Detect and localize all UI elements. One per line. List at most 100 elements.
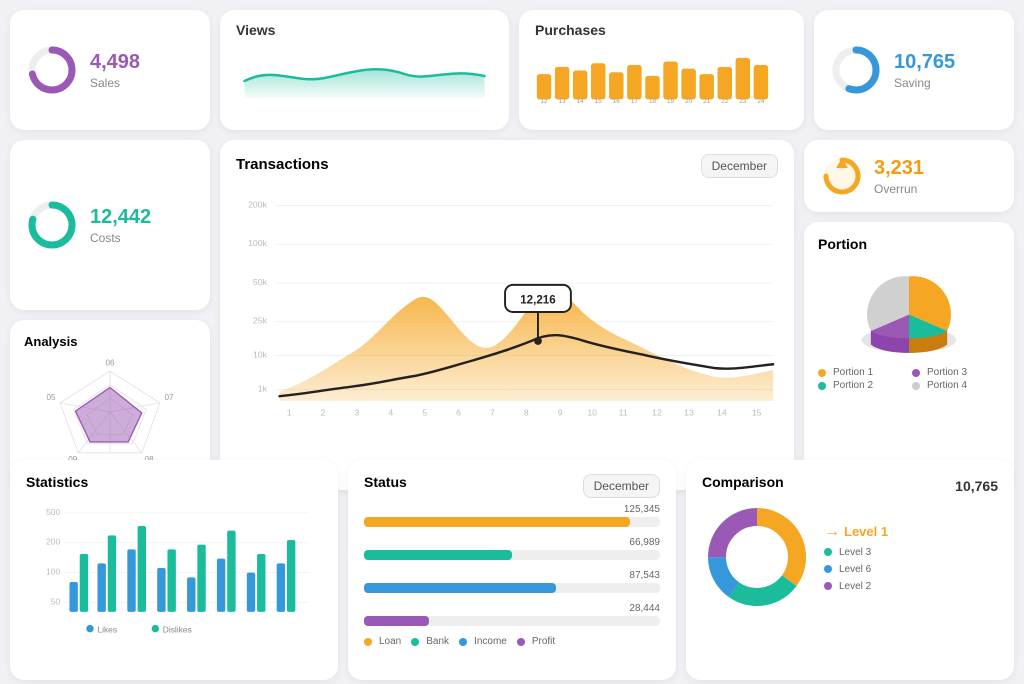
svg-text:8: 8 <box>524 408 529 418</box>
saving-card: 10,765 Saving <box>814 10 1014 130</box>
middle-right: 3,231 Overrun Portion <box>804 140 1014 490</box>
status-legend-loan: Loan <box>364 636 401 647</box>
svg-text:18: 18 <box>649 98 657 105</box>
portion-legend-1: Portion 1 <box>818 367 906 378</box>
transactions-card: Transactions December 200k 100k 50k 25k … <box>220 140 794 490</box>
status-legend-income: Income <box>459 636 507 647</box>
views-chart <box>236 46 493 98</box>
purchases-card: Purchases 12 13 14 15 <box>519 10 804 130</box>
portion-legend-3: Portion 3 <box>912 367 1000 378</box>
svg-text:4: 4 <box>388 408 393 418</box>
analysis-radar: 06 07 08 09 05 <box>24 353 196 471</box>
saving-label: Saving <box>894 76 955 90</box>
svg-text:7: 7 <box>490 408 495 418</box>
sales-card: 4,498 Sales <box>10 10 210 130</box>
bottom-row: Statistics 500 200 100 50 <box>10 460 1014 680</box>
statistics-title: Statistics <box>26 474 322 490</box>
comparison-level6: Level 6 <box>824 564 888 575</box>
status-bar-loan: 125,345 <box>364 504 660 527</box>
middle-left: 12,442 Costs Analysis <box>10 140 210 490</box>
svg-text:13: 13 <box>684 408 694 418</box>
svg-text:13: 13 <box>559 98 567 105</box>
portion-legend-4: Portion 4 <box>912 380 1000 391</box>
svg-text:06: 06 <box>105 359 115 368</box>
svg-text:21: 21 <box>703 98 711 105</box>
dashboard: 4,498 Sales Views Purchases <box>0 0 1024 684</box>
svg-text:10k: 10k <box>253 349 268 359</box>
svg-text:16: 16 <box>613 98 621 105</box>
transactions-title: Transactions <box>236 156 329 173</box>
svg-text:50k: 50k <box>253 277 268 287</box>
svg-text:50: 50 <box>51 596 61 606</box>
sales-donut-icon <box>26 44 78 96</box>
svg-text:12,216: 12,216 <box>520 293 556 306</box>
statistics-chart: 500 200 100 50 <box>26 498 322 638</box>
svg-text:200: 200 <box>46 537 60 547</box>
purchases-chart: 12 13 14 15 16 17 18 19 20 21 22 23 24 <box>535 44 788 106</box>
comparison-card: Comparison 10,765 → <box>686 460 1014 680</box>
status-title: Status <box>364 474 407 490</box>
overrun-value: 3,231 <box>874 157 924 180</box>
sales-label: Sales <box>90 76 140 90</box>
svg-text:6: 6 <box>456 408 461 418</box>
statistics-card: Statistics 500 200 100 50 <box>10 460 338 680</box>
analysis-title: Analysis <box>24 334 196 349</box>
svg-text:100k: 100k <box>248 238 268 248</box>
comparison-arrow-icon: → <box>824 523 840 541</box>
status-legend-bank: Bank <box>411 636 449 647</box>
status-bar-profit: 28,444 <box>364 603 660 626</box>
svg-text:22: 22 <box>721 98 729 105</box>
svg-text:100: 100 <box>46 567 60 577</box>
svg-text:Dislikes: Dislikes <box>163 624 192 634</box>
svg-text:5: 5 <box>422 408 427 418</box>
overrun-card: 3,231 Overrun <box>804 140 1014 212</box>
svg-text:07: 07 <box>164 393 174 402</box>
svg-text:Likes: Likes <box>97 624 117 634</box>
purchases-title: Purchases <box>535 22 788 38</box>
views-card: Views <box>220 10 509 130</box>
sales-value: 4,498 <box>90 51 140 74</box>
comparison-level2: Level 2 <box>824 581 888 592</box>
svg-text:25k: 25k <box>253 316 268 326</box>
overrun-label: Overrun <box>874 182 924 196</box>
comparison-title: Comparison <box>702 474 784 490</box>
saving-value: 10,765 <box>894 51 955 74</box>
svg-text:15: 15 <box>595 98 603 105</box>
costs-card: 12,442 Costs <box>10 140 210 310</box>
comparison-level3: Level 3 <box>824 547 888 558</box>
costs-donut-icon <box>26 199 78 251</box>
svg-text:2: 2 <box>321 408 326 418</box>
svg-text:24: 24 <box>757 98 765 105</box>
status-card: Status December 125,345 66,989 <box>348 460 676 680</box>
svg-text:12: 12 <box>652 408 662 418</box>
svg-text:1k: 1k <box>258 383 268 393</box>
svg-text:9: 9 <box>558 408 563 418</box>
svg-text:500: 500 <box>46 507 60 517</box>
svg-text:23: 23 <box>739 98 747 105</box>
status-bars: 125,345 66,989 87,543 <box>364 504 660 626</box>
svg-text:200k: 200k <box>248 199 268 209</box>
status-bar-income: 87,543 <box>364 570 660 593</box>
transactions-chart: 200k 100k 50k 25k 10k 1k 12,216 <box>236 184 778 440</box>
svg-text:12: 12 <box>541 98 549 105</box>
middle-row: 12,442 Costs Analysis <box>10 140 1014 450</box>
portion-card: Portion <box>804 222 1014 490</box>
saving-donut-icon <box>830 44 882 96</box>
svg-text:17: 17 <box>631 98 639 105</box>
comparison-level1: Level 1 <box>844 524 888 539</box>
comparison-value: 10,765 <box>955 478 998 494</box>
status-legend-profit: Profit <box>517 636 555 647</box>
svg-text:15: 15 <box>752 408 762 418</box>
transactions-badge[interactable]: December <box>701 154 778 178</box>
costs-label: Costs <box>90 231 151 245</box>
views-title: Views <box>236 22 493 38</box>
top-row: 4,498 Sales Views Purchases <box>10 10 1014 130</box>
svg-text:1: 1 <box>287 408 292 418</box>
portion-title: Portion <box>818 236 1000 252</box>
overrun-icon <box>820 154 864 198</box>
costs-value: 12,442 <box>90 206 151 229</box>
svg-text:3: 3 <box>355 408 360 418</box>
svg-text:20: 20 <box>685 98 693 105</box>
status-badge[interactable]: December <box>583 474 660 498</box>
portion-donut <box>818 260 1000 360</box>
